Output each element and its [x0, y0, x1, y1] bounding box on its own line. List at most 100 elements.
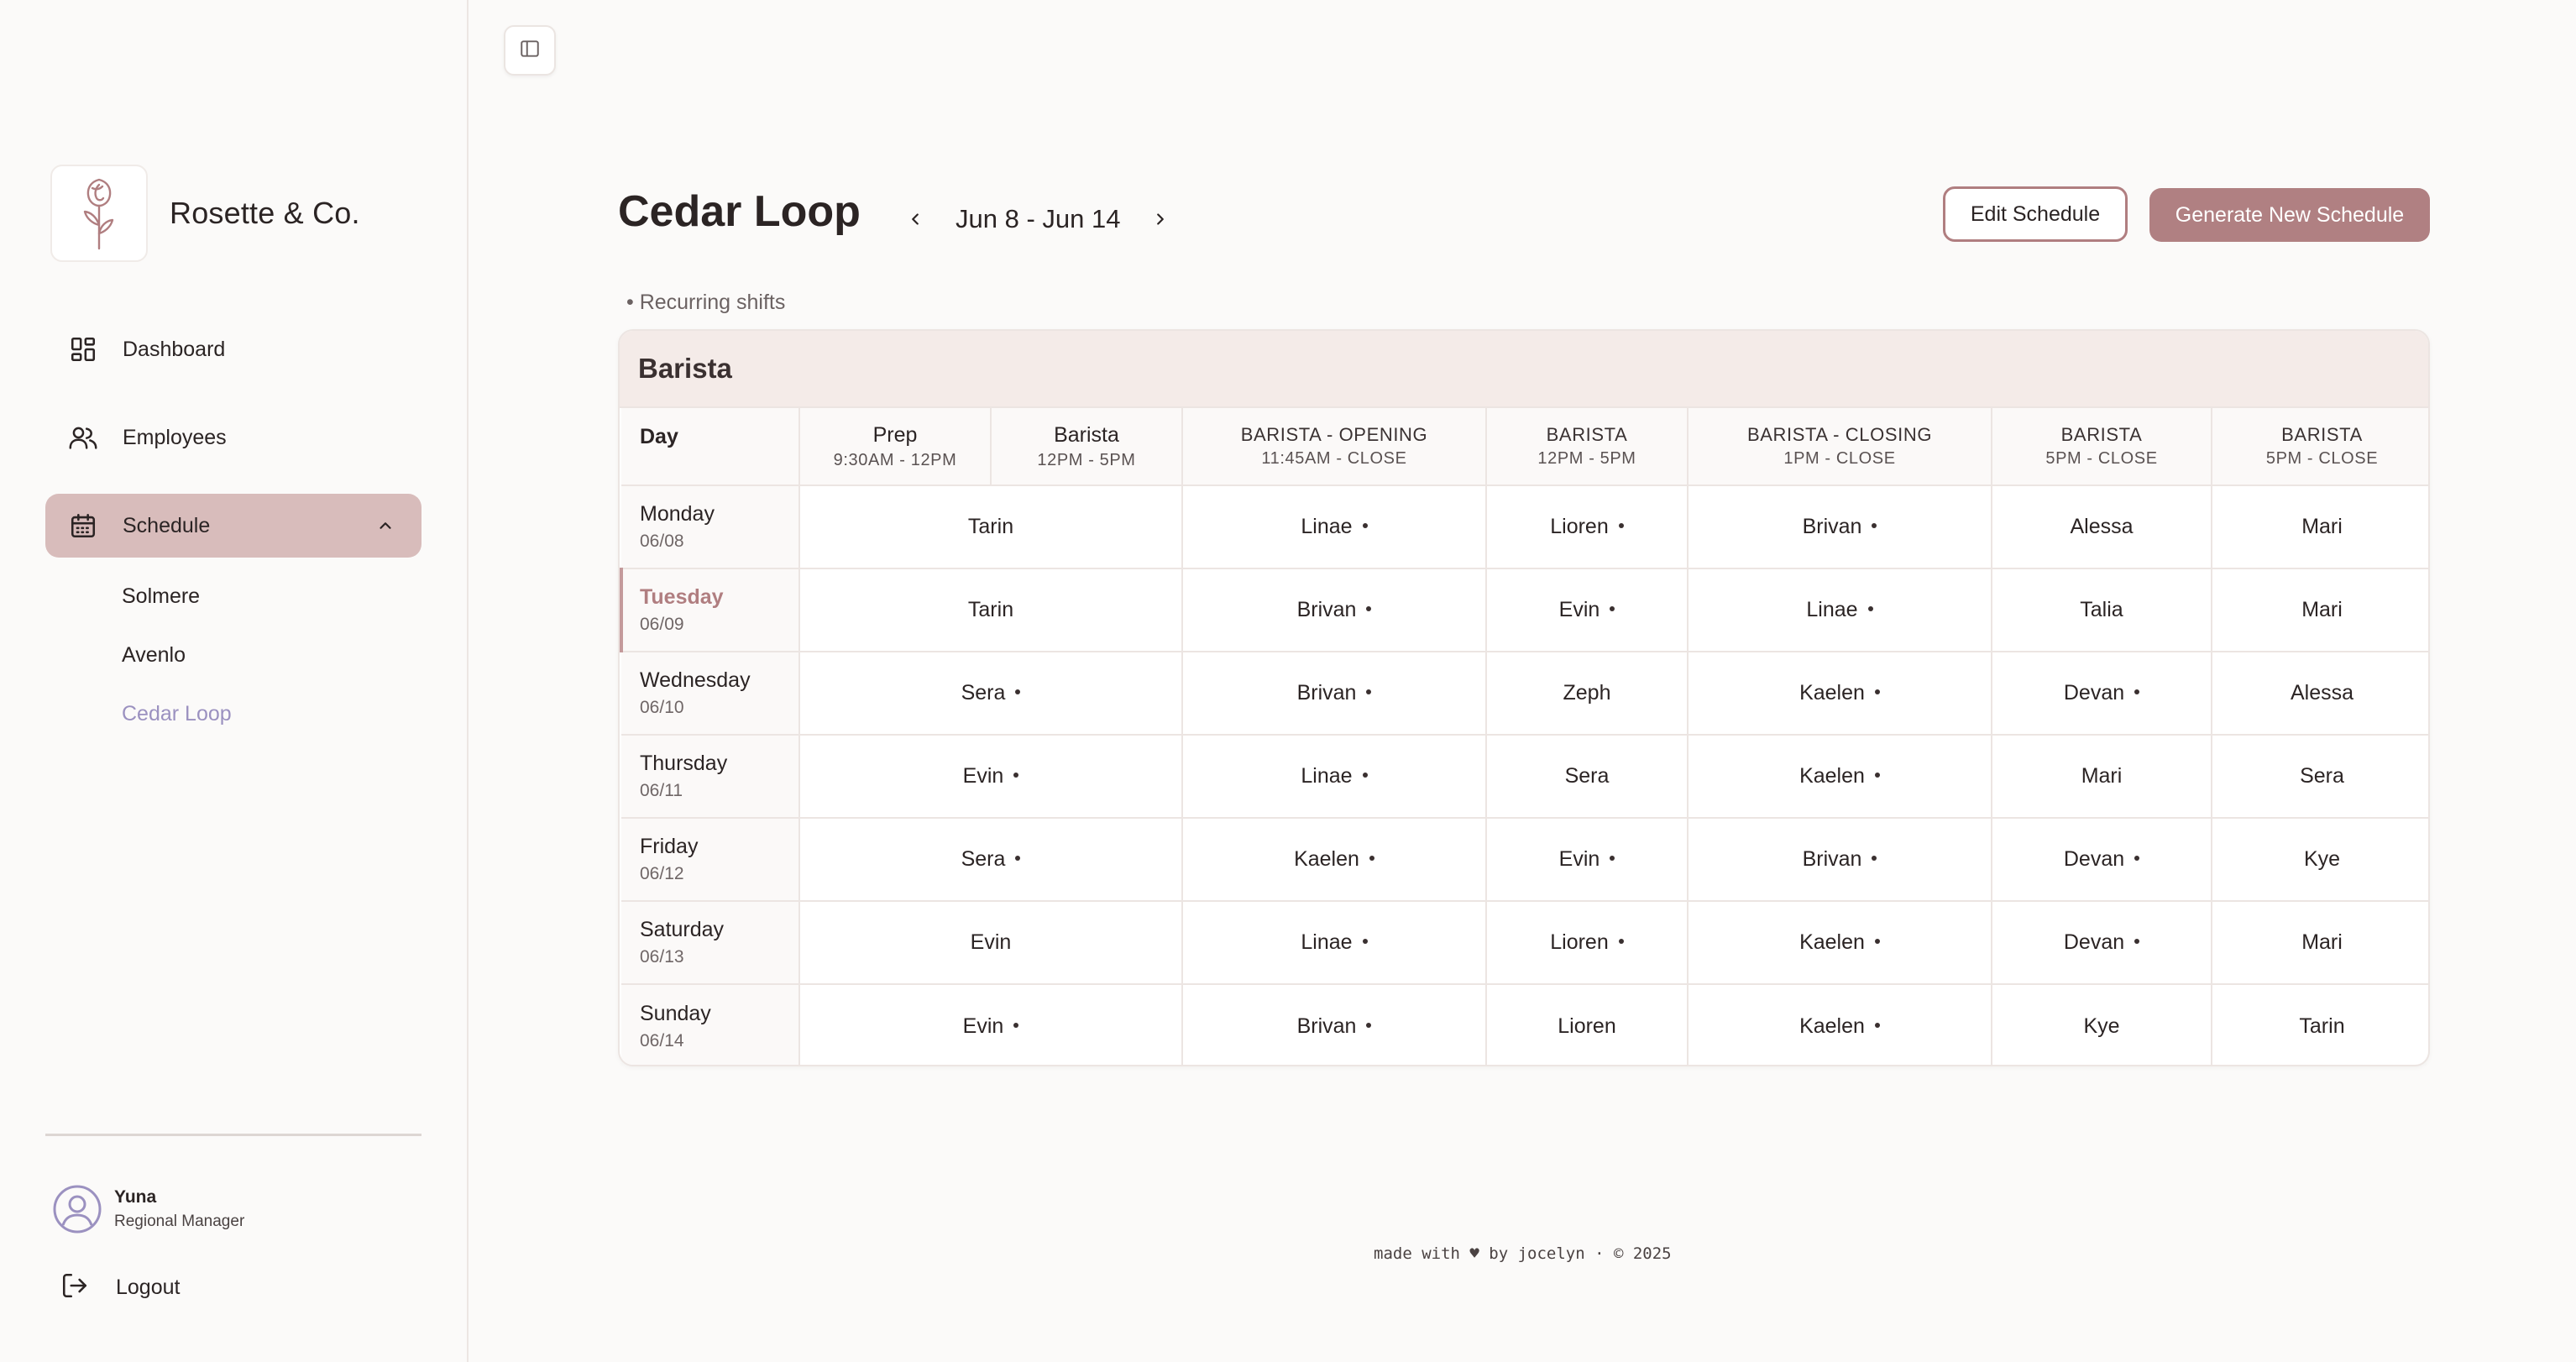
column-header-barista-evening-2: BARISTA 5PM - CLOSE [2212, 408, 2428, 486]
shift-cell[interactable]: Mari [1992, 735, 2212, 819]
employee-name: Kaelen [1799, 681, 1865, 705]
employee-name: Sera [1564, 764, 1610, 788]
shift-cell[interactable]: Mari [2212, 568, 2428, 652]
table-row: Monday 06/08 Tarin Linae Lioren Brivan Alessa M… [621, 485, 2428, 569]
employee-name: Evin [962, 764, 1004, 788]
employee-name: Mari [2301, 598, 2343, 621]
shift-cell[interactable]: Sera [1486, 735, 1689, 819]
recurring-dot-icon [2134, 856, 2140, 862]
header-row: Day Prep 9:30AM - 12PM Barista 12PM - 5P… [621, 408, 2428, 486]
recurring-dot-icon [1015, 689, 1021, 695]
employee-name: Tarin [967, 515, 1014, 538]
shift-cell[interactable]: Tarin [799, 485, 1183, 569]
shift-cell[interactable]: Evin [799, 984, 1183, 1065]
table-row: Tuesday 06/09 Tarin Brivan Evin Linae Talia Mar… [620, 568, 2428, 652]
shift-cell[interactable]: Evin [1486, 568, 1689, 652]
day-name: Tuesday [640, 585, 724, 609]
shift-cell[interactable]: Sera [799, 652, 1183, 736]
shift-cell[interactable]: Alessa [2212, 652, 2428, 736]
subnav-item-cedar-loop[interactable]: Cedar Loop [122, 695, 232, 754]
day-column-header: Day [621, 408, 800, 486]
employee-name: Evin [1558, 847, 1600, 871]
day-name: Thursday [640, 752, 728, 775]
column-title: BARISTA [2060, 424, 2143, 445]
shift-cell[interactable]: Devan [1992, 652, 2212, 736]
shift-cell[interactable]: Kye [2212, 818, 2428, 902]
shift-cell[interactable]: Linae [1182, 485, 1487, 569]
employee-name: Linae [1301, 515, 1353, 538]
day-cell: Sunday 06/14 [621, 984, 800, 1065]
shift-cell[interactable]: Lioren [1486, 901, 1689, 985]
column-time: 12PM - 5PM [1037, 450, 1136, 469]
shift-cell[interactable]: Brivan [1688, 485, 1992, 569]
nav-item-employees[interactable]: Employees [45, 406, 421, 469]
table-row: Saturday 06/13 Evin Linae Lioren Kaelen Devan M… [621, 901, 2428, 985]
shift-cell[interactable]: Lioren [1486, 485, 1689, 569]
shift-cell[interactable]: Evin [799, 901, 1183, 985]
week-navigator: Jun 8 - Jun 14 [900, 198, 1175, 240]
shift-cell[interactable]: Lioren [1486, 984, 1689, 1065]
column-time: 5PM - CLOSE [2265, 449, 2379, 468]
nav-item-dashboard[interactable]: Dashboard [45, 317, 421, 381]
recurring-dot-icon [1013, 773, 1019, 778]
chevron-left-icon[interactable] [900, 204, 930, 234]
shift-cell[interactable]: Evin [799, 735, 1183, 819]
recurring-dot-icon [2134, 689, 2140, 695]
shift-cell[interactable]: Devan [1992, 818, 2212, 902]
subnav-item-avenlo[interactable]: Avenlo [122, 636, 232, 695]
shift-cell[interactable]: Kaelen [1688, 652, 1992, 736]
subnav-item-solmere[interactable]: Solmere [122, 578, 232, 636]
employee-name: Lioren [1550, 515, 1609, 538]
shift-cell[interactable]: Linae [1182, 901, 1487, 985]
shift-cell[interactable]: Mari [2212, 901, 2428, 985]
shift-cell[interactable]: Brivan [1182, 568, 1487, 652]
recurring-dot-icon [1874, 689, 1880, 695]
shift-cell[interactable]: Zeph [1486, 652, 1689, 736]
user-profile[interactable]: Yuna Regional Manager [52, 1184, 244, 1234]
shift-cell[interactable]: Brivan [1182, 652, 1487, 736]
shift-cell[interactable]: Mari [2212, 485, 2428, 569]
nav-item-schedule[interactable]: Schedule [45, 494, 421, 558]
generate-schedule-button[interactable]: Generate New Schedule [2149, 188, 2430, 242]
day-date: 06/12 [640, 864, 684, 883]
shift-cell[interactable]: Alessa [1992, 485, 2212, 569]
user-name: Yuna [114, 1187, 157, 1207]
sidebar-toggle-button[interactable] [504, 25, 556, 76]
shift-cell[interactable]: Linae [1182, 735, 1487, 819]
day-date: 06/10 [640, 698, 684, 717]
chevron-up-icon[interactable] [376, 516, 396, 536]
shift-cell[interactable]: Evin [1486, 818, 1689, 902]
day-name: Sunday [640, 1001, 711, 1025]
schedule-table: Day Prep 9:30AM - 12PM Barista 12PM - 5P… [620, 408, 2428, 1065]
shift-cell[interactable]: Sera [799, 818, 1183, 902]
shift-cell[interactable]: Kaelen [1688, 901, 1992, 985]
shift-cell[interactable]: Tarin [2212, 984, 2428, 1065]
shift-cell[interactable]: Devan [1992, 901, 2212, 985]
table-row: Thursday 06/11 Evin Linae Sera Kaelen Mari Sera [621, 735, 2428, 819]
day-name: Saturday [640, 918, 725, 941]
shift-cell[interactable]: Kaelen [1688, 735, 1992, 819]
schedule-body: Monday 06/08 Tarin Linae Lioren Brivan Alessa M… [620, 485, 2428, 1065]
employee-name: Tarin [967, 598, 1014, 621]
sidebar-toggle-icon [519, 38, 541, 64]
brand[interactable]: Rosette & Co. [50, 165, 360, 262]
day-cell: Thursday 06/11 [621, 735, 800, 819]
shift-cell[interactable]: Kaelen [1182, 818, 1487, 902]
shift-cell[interactable]: Talia [1992, 568, 2212, 652]
logout-button[interactable]: Logout [60, 1271, 180, 1303]
chevron-right-icon[interactable] [1145, 204, 1175, 234]
shift-cell[interactable]: Sera [2212, 735, 2428, 819]
employee-name: Evin [970, 930, 1012, 954]
recurring-dot-icon [1874, 1022, 1880, 1028]
shift-cell[interactable]: Kye [1992, 984, 2212, 1065]
shift-cell[interactable]: Kaelen [1688, 984, 1992, 1065]
shift-cell[interactable]: Linae [1688, 568, 1992, 652]
schedule-subnav: Solmere Avenlo Cedar Loop [122, 578, 232, 754]
recurring-dot-icon [1013, 1022, 1019, 1028]
shift-cell[interactable]: Brivan [1182, 984, 1487, 1065]
logout-label: Logout [116, 1275, 181, 1299]
shift-cell[interactable]: Brivan [1688, 818, 1992, 902]
column-time: 12PM - 5PM [1537, 449, 1636, 468]
shift-cell[interactable]: Tarin [799, 568, 1183, 652]
edit-schedule-button[interactable]: Edit Schedule [1943, 186, 2128, 242]
